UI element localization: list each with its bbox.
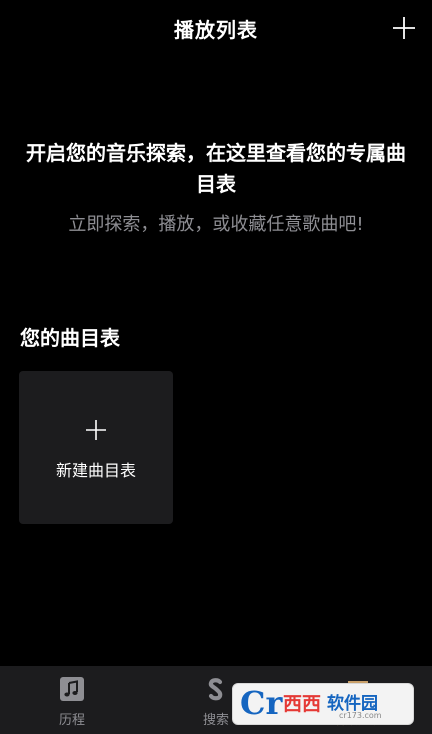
empty-state: 开启您的音乐探索，在这里查看您的专属曲目表 立即探索，播放，或收藏任意歌曲吧! bbox=[0, 138, 432, 236]
watermark-c-icon: Cr bbox=[240, 684, 283, 722]
watermark-brand: 西西 bbox=[283, 693, 322, 715]
music-note-icon bbox=[60, 677, 84, 701]
watermark-logo: Cr 西西 软件园 cr173.com bbox=[232, 683, 414, 725]
new-playlist-label: 新建曲目表 bbox=[55, 461, 136, 480]
watermark-url: cr173.com bbox=[339, 711, 382, 720]
empty-state-title: 开启您的音乐探索，在这里查看您的专属曲目表 bbox=[26, 141, 406, 196]
plus-icon bbox=[393, 17, 415, 39]
shazam-icon bbox=[208, 678, 223, 701]
empty-state-subtitle: 立即探索，播放，或收藏任意歌曲吧! bbox=[68, 214, 364, 235]
top-bar: 播放列表 bbox=[0, 0, 432, 58]
tab-history-label: 历程 bbox=[58, 713, 85, 728]
new-playlist-button[interactable]: 新建曲目表 bbox=[19, 371, 173, 524]
add-playlist-button[interactable] bbox=[390, 14, 418, 42]
plus-icon bbox=[86, 420, 106, 440]
page-title: 播放列表 bbox=[174, 18, 258, 42]
tab-history[interactable]: 历程 bbox=[27, 666, 117, 734]
section-title: 您的曲目表 bbox=[20, 326, 120, 350]
